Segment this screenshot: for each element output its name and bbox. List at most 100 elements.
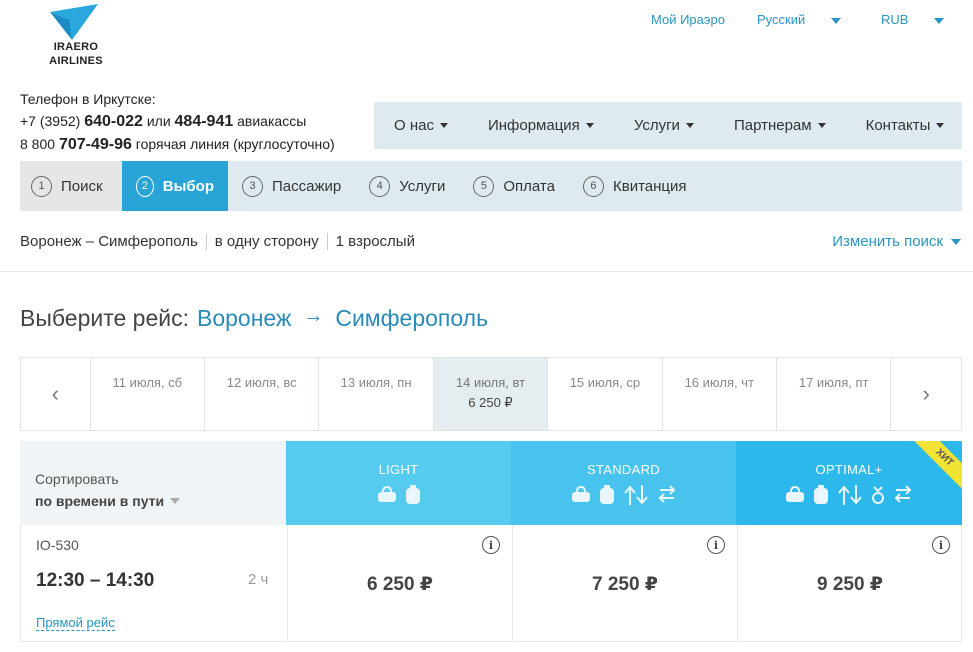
iraero-logo[interactable]: IRAERO AIRLINES bbox=[46, 4, 106, 70]
info-icon[interactable]: i bbox=[482, 536, 500, 554]
fare-header-standard: STANDARD bbox=[511, 441, 736, 525]
date-label: 11 июля, сб bbox=[112, 375, 183, 390]
my-account-link[interactable]: Мой Ираэро bbox=[651, 12, 725, 27]
date-cell[interactable]: 16 июля, чт bbox=[663, 358, 777, 430]
step-label: Поиск bbox=[61, 177, 103, 195]
sort-value: по времени в пути bbox=[35, 493, 165, 509]
flight-code: IO-530 bbox=[36, 537, 79, 553]
step-services: 4 Услуги bbox=[355, 161, 459, 211]
price-cell-standard[interactable]: i 7 250 ₽ bbox=[512, 525, 737, 641]
logo-text-line1: IRAERO bbox=[53, 41, 99, 53]
flight-duration: 2 ч bbox=[248, 571, 269, 588]
title-origin: Воронеж bbox=[197, 305, 292, 331]
nav-item-info[interactable]: Информация bbox=[468, 117, 614, 134]
flight-row: IO-530 12:30 – 14:30 2 ч Прямой рейс i 6… bbox=[20, 525, 962, 642]
sort-select[interactable]: по времени в пути bbox=[35, 493, 286, 509]
hotline-prefix: 8 800 bbox=[20, 136, 56, 152]
price-cell-light[interactable]: i 6 250 ₽ bbox=[287, 525, 512, 641]
step-payment: 5 Оплата bbox=[459, 161, 569, 211]
price-cell-optimal[interactable]: i 9 250 ₽ bbox=[737, 525, 962, 641]
chevron-down-icon bbox=[439, 123, 448, 128]
date-label: 13 июля, пн bbox=[340, 375, 412, 390]
nav-label: Услуги bbox=[633, 117, 680, 134]
nav-item-services[interactable]: Услуги bbox=[614, 117, 714, 134]
price-amount: 7 250 ₽ bbox=[591, 574, 659, 595]
arrow-right-icon: → bbox=[303, 305, 324, 327]
direct-flight-link[interactable]: Прямой рейс bbox=[36, 615, 115, 631]
fare-header-optimal: OPTIMAL+ ХИТ bbox=[736, 441, 962, 525]
step-label: Услуги bbox=[399, 177, 446, 195]
step-receipt: 6 Квитанция bbox=[569, 161, 701, 211]
nav-item-partners[interactable]: Партнерам bbox=[714, 117, 846, 134]
title-prefix: Выберите рейс: bbox=[20, 305, 189, 331]
date-cell[interactable]: 13 июля, пн bbox=[319, 358, 434, 430]
nav-label: Партнерам bbox=[733, 117, 812, 134]
step-label: Квитанция bbox=[612, 177, 687, 195]
fare-header-light: LIGHT bbox=[286, 441, 511, 525]
nav-item-contacts[interactable]: Контакты bbox=[846, 117, 965, 134]
suitcase-icon bbox=[599, 485, 614, 504]
date-cell[interactable]: 15 июля, ср bbox=[548, 358, 663, 430]
nav-label: Информация bbox=[487, 117, 580, 134]
date-cell-selected[interactable]: 14 июля, вт 6 250 ₽ bbox=[433, 358, 549, 430]
step-label: Оплата bbox=[503, 177, 555, 195]
date-cell[interactable]: 17 июля, пт bbox=[777, 358, 892, 430]
phone2-number: 484-941 bbox=[174, 113, 234, 130]
price-amount: 6 250 ₽ bbox=[366, 574, 434, 595]
fare-name: STANDARD bbox=[587, 462, 660, 477]
flight-info: IO-530 12:30 – 14:30 2 ч Прямой рейс bbox=[21, 525, 287, 641]
step-select[interactable]: 2 Выбор bbox=[122, 161, 228, 211]
chevron-right-icon[interactable]: › bbox=[891, 358, 961, 430]
fare-icons bbox=[286, 485, 511, 505]
date-cell[interactable]: 11 июля, сб bbox=[91, 358, 206, 430]
step-label: Пассажир bbox=[272, 177, 342, 195]
sort-box: Сортировать по времени в пути bbox=[20, 441, 286, 525]
step-passenger: 3 Пассажир bbox=[228, 161, 355, 211]
handbag-icon bbox=[571, 485, 590, 502]
change-search-button[interactable]: Изменить поиск bbox=[832, 233, 961, 250]
sort-label: Сортировать bbox=[35, 471, 119, 487]
fare-icons bbox=[736, 485, 962, 505]
date-label: 12 июля, вс bbox=[226, 375, 297, 390]
title-destination: Симферополь bbox=[335, 305, 489, 331]
summary-route: Воронеж – Симферополь bbox=[20, 233, 207, 250]
exchange-arrows-icon bbox=[838, 485, 862, 505]
chevron-left-icon[interactable]: ‹ bbox=[21, 358, 91, 430]
price-amount: 9 250 ₽ bbox=[816, 574, 884, 595]
step-number: 2 bbox=[136, 175, 154, 197]
step-search[interactable]: 1 Поиск bbox=[20, 161, 122, 211]
suitcase-icon bbox=[814, 485, 828, 504]
step-label: Выбор bbox=[162, 177, 214, 195]
booking-steps: 1 Поиск 2 Выбор 3 Пассажир 4 Услуги 5 Оплата … bbox=[20, 161, 962, 211]
currency-select[interactable]: RUB bbox=[881, 12, 945, 27]
chevron-down-icon bbox=[831, 17, 842, 24]
exchange-arrows-icon bbox=[623, 485, 648, 505]
info-icon[interactable]: i bbox=[932, 536, 950, 554]
phone-line-1: +7 (3952) 640-022 или 484-941 авиакассы bbox=[20, 110, 335, 133]
hotline-number: 707-49-96 bbox=[58, 136, 132, 153]
phone-line-2: 8 800 707-49-96 горячая линия (круглосут… bbox=[20, 133, 335, 156]
phone2-suffix: авиакассы bbox=[237, 113, 307, 129]
seat-icon bbox=[872, 486, 884, 504]
logo-text-line2: AIRLINES bbox=[49, 55, 103, 67]
nav-label: Контакты bbox=[865, 117, 931, 134]
date-label: 16 июля, чт bbox=[684, 375, 754, 390]
return-arrow-icon bbox=[894, 485, 912, 503]
date-cell[interactable]: 12 июля, вс bbox=[205, 358, 320, 430]
main-nav: О нас Информация Услуги Партнерам Контак… bbox=[374, 102, 962, 149]
language-select[interactable]: Русский bbox=[757, 12, 842, 27]
page-title: Выберите рейс: Воронеж → Симферополь bbox=[20, 305, 488, 332]
date-price: 6 250 ₽ bbox=[468, 395, 513, 410]
handbag-icon bbox=[786, 485, 804, 502]
summary-passengers: 1 взрослый bbox=[335, 233, 415, 250]
nav-item-about[interactable]: О нас bbox=[374, 117, 468, 134]
date-label: 17 июля, пт bbox=[798, 375, 869, 390]
fare-icons bbox=[511, 485, 736, 505]
handbag-icon bbox=[377, 485, 396, 502]
suitcase-icon bbox=[405, 485, 420, 504]
contact-phones: Телефон в Иркутске: +7 (3952) 640-022 ил… bbox=[20, 88, 335, 156]
chevron-down-icon bbox=[170, 498, 181, 504]
step-number: 5 bbox=[473, 175, 495, 197]
info-icon[interactable]: i bbox=[707, 536, 725, 554]
flight-time: 12:30 – 14:30 bbox=[36, 570, 155, 591]
